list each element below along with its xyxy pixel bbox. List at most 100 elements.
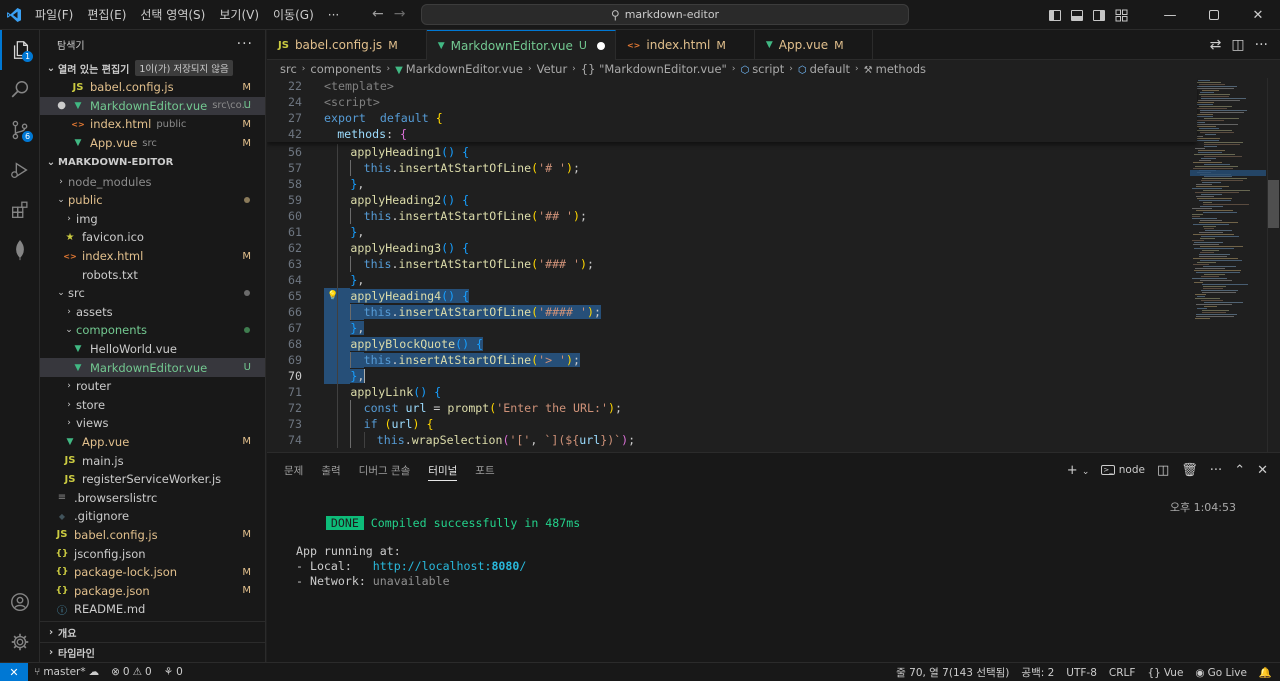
lightbulb-icon[interactable]: 💡 [327, 288, 338, 304]
tree-file[interactable]: ≡ .browserslistrc [40, 488, 265, 507]
trash-icon[interactable]: 🗑 [1181, 463, 1198, 478]
problems-status[interactable]: ⊗ 0 ⚠ 0 [105, 666, 158, 678]
code-line[interactable]: 58}, [267, 176, 1187, 192]
command-center-search[interactable]: ⚲ markdown-editor [421, 4, 909, 25]
panel-tab[interactable]: 포트 [466, 453, 503, 487]
toggle-primary-sidebar-icon[interactable] [1044, 0, 1066, 30]
eol-status[interactable]: CRLF [1103, 667, 1142, 679]
tree-folder[interactable]: › assets [40, 303, 265, 322]
tree-file[interactable]: {} package-lock.json M [40, 563, 265, 582]
forward-arrow-icon[interactable]: → [394, 6, 406, 22]
menu-item[interactable]: ··· [321, 8, 346, 22]
cursor-position[interactable]: 줄 70, 열 7(143 선택됨) [890, 665, 1015, 680]
tree-folder[interactable]: › router [40, 377, 265, 396]
code-line[interactable]: 56 applyHeading1() { [267, 144, 1187, 160]
customize-layout-icon[interactable] [1110, 0, 1132, 30]
tab-index-html[interactable]: <> index.html M [616, 30, 755, 60]
tree-folder[interactable]: ⌄ components [40, 321, 265, 340]
code-line[interactable]: 72 const url = prompt('Enter the URL:'); [267, 400, 1187, 416]
breadcrumb-item[interactable]: ▼ MarkdownEditor.vue [395, 62, 523, 76]
open-editor-item[interactable]: ▼ App.vue src M [40, 134, 265, 153]
code-line[interactable]: 22 <template> [267, 78, 1187, 94]
more-actions-icon[interactable]: ··· [237, 36, 253, 52]
code-line[interactable]: 24 <script> [267, 94, 1187, 110]
more-actions-icon[interactable]: ··· [1210, 463, 1222, 478]
code-line[interactable]: 60 this.insertAtStartOfLine('## '); [267, 208, 1187, 224]
terminal-node-selector[interactable]: >_ node [1101, 464, 1145, 476]
code-line[interactable]: 59 applyHeading2() { [267, 192, 1187, 208]
breadcrumb-item[interactable]: ⬡ default [798, 62, 850, 76]
split-terminal-icon[interactable]: ◫ [1157, 463, 1169, 478]
account-icon[interactable] [0, 582, 40, 622]
open-editor-item[interactable]: JS babel.config.js M [40, 78, 265, 97]
tree-folder[interactable]: › node_modules [40, 172, 265, 191]
tree-file[interactable]: robots.txt [40, 265, 265, 284]
menu-item[interactable]: 선택 영역(S) [133, 6, 212, 23]
remote-indicator-icon[interactable]: ✕ [0, 662, 28, 681]
unsaved-dot-icon[interactable] [596, 41, 605, 50]
code-line[interactable]: 71 applyLink() { [267, 384, 1187, 400]
open-editor-item[interactable]: ● ▼ MarkdownEditor.vue src\co... U [40, 96, 265, 116]
language-status[interactable]: {} Vue [1141, 667, 1189, 679]
code-line[interactable]: 62 applyHeading3() { [267, 240, 1187, 256]
code-line[interactable]: 27 export default { [267, 110, 1187, 126]
code-line[interactable]: 73 if (url) { [267, 416, 1187, 432]
tree-folder[interactable]: ⌄ src [40, 284, 265, 303]
project-header[interactable]: ⌄ MARKDOWN-EDITOR [40, 152, 265, 172]
breadcrumb-item[interactable]: {} "MarkdownEditor.vue" [581, 62, 727, 76]
tree-folder[interactable]: ⌄ public [40, 191, 265, 210]
breadcrumb-item[interactable]: Vetur [537, 62, 568, 76]
menu-item[interactable]: 편집(E) [80, 6, 133, 23]
code-line[interactable]: 66 this.insertAtStartOfLine('#### '); [267, 304, 1187, 320]
tree-file[interactable]: ▼ HelloWorld.vue [40, 340, 265, 359]
code-line[interactable]: 57 this.insertAtStartOfLine('# '); [267, 160, 1187, 176]
mongodb-leaf-icon[interactable] [0, 230, 40, 270]
menu-item[interactable]: 이동(G) [266, 6, 321, 23]
tree-file[interactable]: <> index.html M [40, 247, 265, 266]
dirty-dot-icon[interactable]: ● [40, 100, 70, 111]
tab-markdowneditor-vue[interactable]: ▼ MarkdownEditor.vue U [426, 30, 616, 60]
breadcrumb-item[interactable]: ⬡ script [740, 62, 784, 76]
breadcrumb-item[interactable]: components [310, 62, 381, 76]
code-line[interactable]: 69 this.insertAtStartOfLine('> '); [267, 352, 1187, 368]
code-line[interactable]: 63 this.insertAtStartOfLine('### '); [267, 256, 1187, 272]
tree-file[interactable]: ⓘ README.md [40, 600, 265, 619]
local-url-link[interactable]: http://localhost:8080/ [373, 559, 527, 573]
panel-tab[interactable]: 디버그 콘솔 [350, 453, 420, 487]
maximize-icon[interactable] [1192, 0, 1236, 30]
tree-file[interactable]: ▼ App.vue M [40, 433, 265, 452]
editor-scrollbar-thumb[interactable] [1268, 180, 1279, 228]
tree-file[interactable]: {} package.json M [40, 581, 265, 600]
menu-item[interactable]: 파일(F) [28, 6, 80, 23]
close-icon[interactable]: ✕ [1236, 0, 1280, 30]
breadcrumb-item[interactable]: ⚒ methods [864, 62, 926, 76]
extensions-icon[interactable] [0, 190, 40, 230]
tree-file[interactable]: JS main.js [40, 451, 265, 470]
code-line[interactable]: 65 applyHeading4() {💡 [267, 288, 1187, 304]
open-editors-header[interactable]: ⌄ 열려 있는 편집기 1이(가) 저장되지 않음 [40, 58, 265, 78]
encoding-status[interactable]: UTF-8 [1060, 667, 1103, 679]
compare-changes-icon[interactable]: ⇄ [1210, 37, 1222, 53]
panel-tab[interactable]: 출력 [312, 453, 349, 487]
tree-folder[interactable]: › img [40, 210, 265, 229]
tab-babel-config-js[interactable]: JS babel.config.js M [267, 30, 427, 60]
code-editor[interactable]: 22 <template> 24 <script> 27 export default {… [267, 78, 1280, 452]
tree-file[interactable]: ★ favicon.ico [40, 228, 265, 247]
code-line[interactable]: 74 this.wrapSelection('[', `](${url})`); [267, 432, 1187, 448]
outline-header[interactable]: › 개요 [40, 622, 265, 642]
indentation-status[interactable]: 공백: 2 [1015, 665, 1060, 680]
maximize-panel-icon[interactable]: ⌃ [1234, 463, 1245, 478]
more-actions-icon[interactable]: ··· [1255, 37, 1268, 53]
tree-file[interactable]: JS babel.config.js M [40, 526, 265, 545]
terminal-output[interactable]: DONE Compiled successfully in 487ms 오후 1… [267, 487, 1280, 663]
go-live-button[interactable]: ◉ Go Live [1189, 667, 1253, 679]
notifications-icon[interactable]: 🔔 [1253, 666, 1280, 679]
tab-app-vue[interactable]: ▼ App.vue M [755, 30, 873, 60]
branch-status[interactable]: ⑂ master* ☁ [28, 666, 105, 678]
minimize-icon[interactable]: — [1148, 0, 1192, 30]
toggle-secondary-sidebar-icon[interactable] [1088, 0, 1110, 30]
tree-file[interactable]: {} jsconfig.json [40, 544, 265, 563]
close-panel-icon[interactable]: ✕ [1257, 463, 1268, 478]
code-line[interactable]: 70}, [267, 368, 1187, 384]
code-line[interactable]: 61}, [267, 224, 1187, 240]
